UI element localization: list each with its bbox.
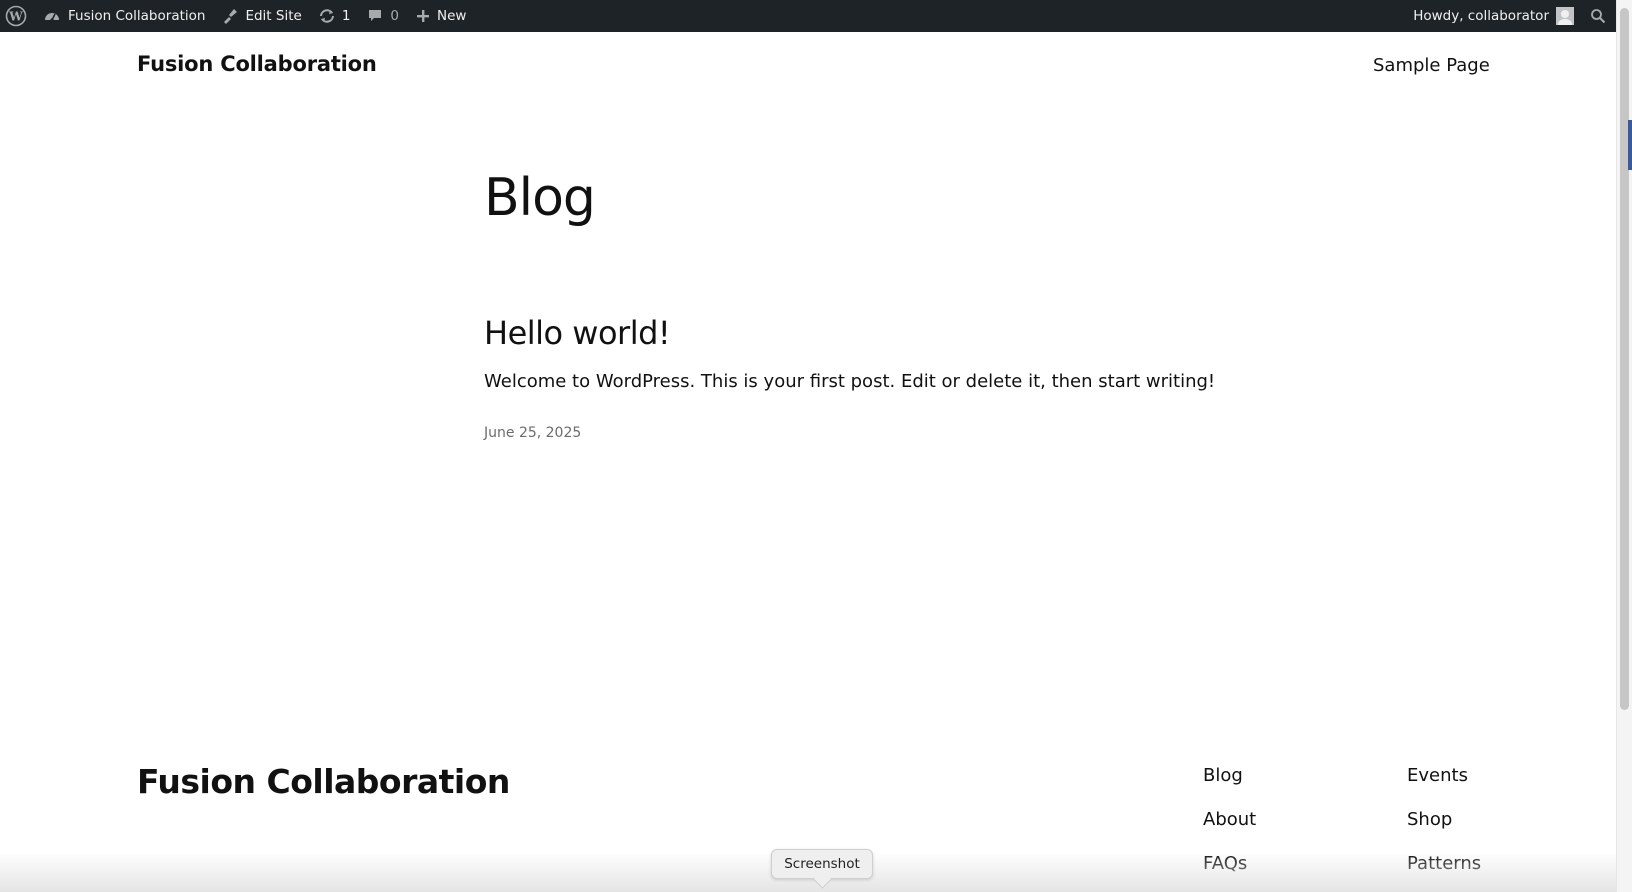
updates-count: 1	[341, 8, 351, 24]
comment-icon	[366, 7, 384, 25]
admin-bar-right: Howdy, collaborator	[1405, 0, 1616, 32]
footer-link-about[interactable]: About	[1203, 809, 1256, 830]
avatar	[1556, 7, 1574, 25]
admin-bar: W Fusion Collaboration Edit Site 1 0 New…	[0, 0, 1616, 32]
updates-button[interactable]: 1	[310, 0, 359, 32]
window-edge-marker	[1628, 120, 1632, 170]
screenshot-tooltip: Screenshot	[771, 849, 873, 879]
account-menu[interactable]: Howdy, collaborator	[1405, 0, 1582, 32]
footer-link-events[interactable]: Events	[1407, 765, 1468, 786]
footer-link-blog[interactable]: Blog	[1203, 765, 1243, 786]
edit-site-label: Edit Site	[245, 8, 302, 24]
brush-icon	[221, 7, 239, 25]
edit-site-button[interactable]: Edit Site	[213, 0, 309, 32]
site-name-menu[interactable]: Fusion Collaboration	[35, 0, 213, 32]
site-title[interactable]: Fusion Collaboration	[137, 52, 377, 76]
admin-bar-left: W Fusion Collaboration Edit Site 1 0 New	[0, 0, 474, 32]
post-excerpt: Welcome to WordPress. This is your first…	[484, 371, 1216, 392]
wordpress-logo-icon[interactable]: W	[0, 0, 35, 32]
search-icon	[1590, 8, 1606, 24]
tooltip-label: Screenshot	[784, 856, 860, 872]
new-content-button[interactable]: New	[407, 0, 474, 32]
comments-count: 0	[390, 8, 399, 24]
site-name-label: Fusion Collaboration	[68, 8, 206, 24]
scrollbar-thumb[interactable]	[1620, 8, 1629, 710]
post-date: June 25, 2025	[484, 425, 582, 441]
svg-text:W: W	[8, 10, 23, 24]
greeting-label: Howdy, collaborator	[1413, 8, 1549, 24]
footer-link-shop[interactable]: Shop	[1407, 809, 1452, 830]
footer-site-title[interactable]: Fusion Collaboration	[137, 762, 510, 801]
new-label: New	[437, 8, 467, 24]
page-title: Blog	[484, 168, 596, 228]
footer-link-patterns[interactable]: Patterns	[1407, 853, 1481, 874]
nav-item-sample-page[interactable]: Sample Page	[1373, 55, 1490, 76]
footer-link-faqs[interactable]: FAQs	[1203, 853, 1247, 874]
admin-search-button[interactable]	[1582, 0, 1616, 32]
updates-icon	[318, 7, 336, 25]
dashboard-icon	[43, 7, 61, 25]
comments-button[interactable]: 0	[358, 0, 407, 32]
post-title-link[interactable]: Hello world!	[484, 314, 671, 352]
plus-icon	[415, 8, 431, 24]
